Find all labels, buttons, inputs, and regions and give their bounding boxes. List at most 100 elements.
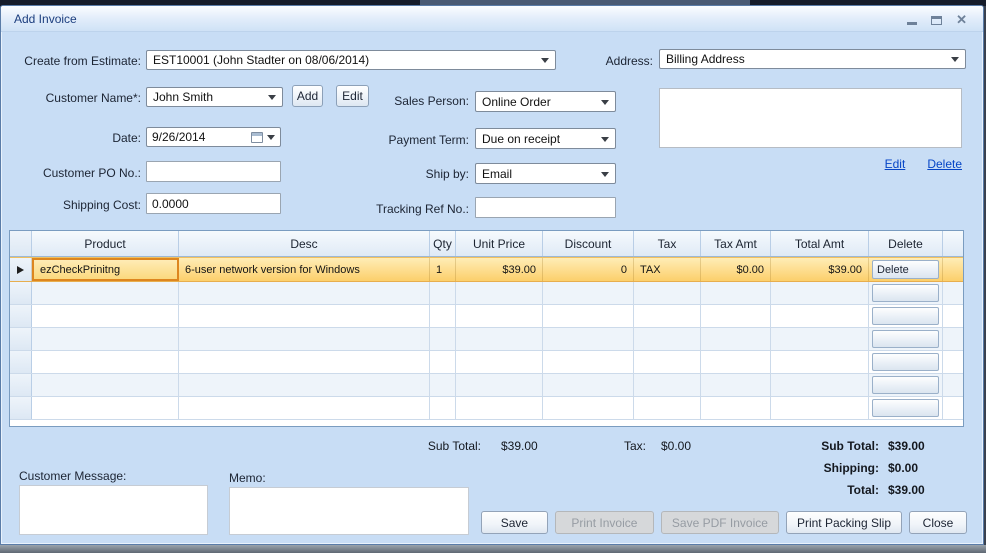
grid-cell[interactable]	[430, 397, 456, 419]
grid-cell[interactable]	[456, 282, 543, 304]
col-header-product[interactable]: Product	[32, 231, 179, 256]
row-delete-button[interactable]	[872, 353, 939, 371]
unit-price-cell[interactable]: $39.00	[456, 258, 543, 281]
grid-cell[interactable]	[543, 374, 634, 396]
grid-cell[interactable]	[634, 351, 701, 373]
close-button[interactable]: Close	[909, 511, 967, 534]
grid-cell[interactable]	[701, 305, 771, 327]
tax-amt-cell[interactable]: $0.00	[701, 258, 771, 281]
col-header-tax-amt[interactable]: Tax Amt	[701, 231, 771, 256]
grid-cell[interactable]	[430, 328, 456, 350]
grid-cell[interactable]	[634, 305, 701, 327]
grid-cell[interactable]	[179, 397, 430, 419]
col-header-qty[interactable]: Qty	[430, 231, 456, 256]
grid-cell[interactable]	[10, 374, 32, 396]
grid-cell[interactable]	[456, 328, 543, 350]
col-header-tax[interactable]: Tax	[634, 231, 701, 256]
grid-cell[interactable]	[10, 328, 32, 350]
grid-cell[interactable]	[179, 351, 430, 373]
col-header-total-amt[interactable]: Total Amt	[771, 231, 869, 256]
print-packing-slip-button[interactable]: Print Packing Slip	[785, 511, 902, 534]
date-picker[interactable]: 9/26/2014	[146, 127, 281, 147]
grid-cell[interactable]	[179, 305, 430, 327]
grid-cell[interactable]	[456, 374, 543, 396]
col-header-discount[interactable]: Discount	[543, 231, 634, 256]
grid-cell[interactable]	[32, 282, 179, 304]
grid-cell[interactable]	[634, 282, 701, 304]
grid-cell[interactable]	[32, 374, 179, 396]
grid-cell[interactable]	[701, 282, 771, 304]
grid-cell[interactable]	[771, 305, 869, 327]
row-delete-button[interactable]	[872, 399, 939, 417]
desc-cell[interactable]: 6-user network version for Windows	[179, 258, 430, 281]
grid-cell[interactable]	[634, 374, 701, 396]
grid-cell[interactable]	[10, 351, 32, 373]
total-amt-cell[interactable]: $39.00	[771, 258, 869, 281]
customer-message-input[interactable]	[19, 485, 208, 535]
col-header-unit-price[interactable]: Unit Price	[456, 231, 543, 256]
grid-cell[interactable]	[543, 282, 634, 304]
col-header-desc[interactable]: Desc	[179, 231, 430, 256]
grid-cell[interactable]	[456, 305, 543, 327]
grid-cell[interactable]	[543, 305, 634, 327]
grid-cell[interactable]	[771, 328, 869, 350]
save-button[interactable]: Save	[480, 511, 548, 534]
row-delete-button[interactable]	[872, 376, 939, 394]
grid-cell[interactable]	[543, 351, 634, 373]
maximize-icon[interactable]	[931, 15, 943, 25]
shipping-cost-input[interactable]	[146, 193, 281, 214]
grid-cell[interactable]	[771, 351, 869, 373]
row-delete-button[interactable]	[872, 330, 939, 348]
row-delete-button[interactable]	[872, 307, 939, 325]
grid-cell[interactable]	[10, 397, 32, 419]
invoice-line-row[interactable]: ezCheckPrinitng 6-user network version f…	[10, 257, 963, 282]
grid-cell[interactable]	[701, 351, 771, 373]
estimate-dropdown[interactable]: EST10001 (John Stadter on 08/06/2014)	[146, 50, 556, 70]
tracking-ref-input[interactable]	[475, 197, 616, 218]
address-dropdown[interactable]: Billing Address	[659, 49, 966, 69]
memo-input[interactable]	[229, 487, 469, 535]
qty-cell[interactable]: 1	[430, 258, 456, 281]
grid-cell[interactable]	[701, 328, 771, 350]
grid-cell[interactable]	[179, 328, 430, 350]
grid-cell[interactable]	[771, 374, 869, 396]
minimize-icon[interactable]	[907, 22, 918, 25]
grid-cell[interactable]	[771, 282, 869, 304]
grid-cell[interactable]	[634, 397, 701, 419]
grid-cell[interactable]	[179, 374, 430, 396]
payment-term-dropdown[interactable]: Due on receipt	[475, 128, 616, 149]
grid-cell[interactable]	[701, 374, 771, 396]
grid-cell[interactable]	[179, 282, 430, 304]
grid-cell[interactable]	[430, 282, 456, 304]
ship-by-dropdown[interactable]: Email	[475, 163, 616, 184]
col-header-delete[interactable]: Delete	[869, 231, 943, 256]
print-invoice-button[interactable]: Print Invoice	[554, 511, 654, 534]
address-edit-link[interactable]: Edit	[885, 157, 906, 171]
grid-cell[interactable]	[701, 397, 771, 419]
grid-cell[interactable]	[543, 328, 634, 350]
grid-cell[interactable]	[456, 351, 543, 373]
titlebar[interactable]: Add Invoice ✕	[1, 6, 983, 32]
row-delete-button[interactable]	[872, 284, 939, 302]
address-delete-link[interactable]: Delete	[927, 157, 962, 171]
grid-cell[interactable]	[10, 305, 32, 327]
grid-cell[interactable]	[430, 305, 456, 327]
grid-cell[interactable]	[456, 397, 543, 419]
grid-cell[interactable]	[32, 305, 179, 327]
discount-cell[interactable]: 0	[543, 258, 634, 281]
save-pdf-invoice-button[interactable]: Save PDF Invoice	[660, 511, 779, 534]
tax-cell[interactable]: TAX	[634, 258, 701, 281]
grid-cell[interactable]	[10, 282, 32, 304]
grid-cell[interactable]	[430, 374, 456, 396]
customer-po-input[interactable]	[146, 161, 281, 182]
grid-cell[interactable]	[771, 397, 869, 419]
add-customer-button[interactable]: Add	[292, 85, 323, 107]
grid-cell[interactable]	[32, 397, 179, 419]
grid-cell[interactable]	[32, 328, 179, 350]
grid-cell[interactable]	[543, 397, 634, 419]
customer-name-dropdown[interactable]: John Smith	[146, 87, 283, 107]
close-icon[interactable]: ✕	[956, 13, 967, 26]
grid-cell[interactable]	[32, 351, 179, 373]
product-cell[interactable]: ezCheckPrinitng	[32, 258, 179, 281]
row-delete-button[interactable]: Delete	[872, 260, 939, 279]
